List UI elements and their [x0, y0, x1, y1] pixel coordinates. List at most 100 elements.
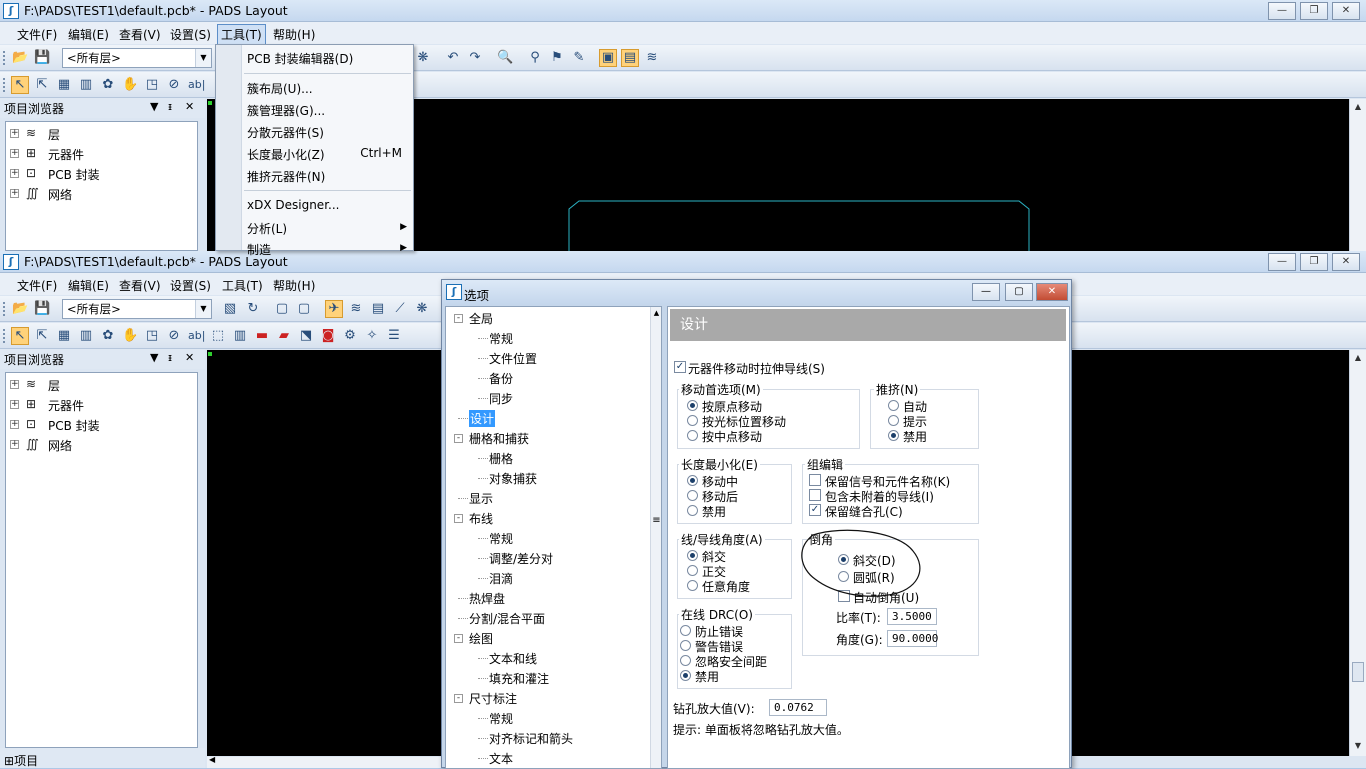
keep-stitch-vias-checkbox[interactable]: ✓ — [809, 504, 821, 516]
save-icon[interactable]: 💾 — [33, 300, 51, 318]
toolbar-grip[interactable] — [3, 329, 6, 343]
router-mode-icon[interactable]: ✈ — [325, 300, 343, 318]
pin-icon[interactable]: ❋ — [413, 300, 431, 318]
menu-setup[interactable]: 设置(S) — [167, 25, 214, 44]
menu-item-fabrication[interactable]: 制造 — [247, 241, 271, 258]
open-icon[interactable]: 📂 — [11, 300, 29, 318]
tree-item-components[interactable]: + ⊞ 元器件 — [6, 395, 197, 415]
nav-item[interactable]: 布线 — [469, 510, 493, 527]
layers-icon[interactable]: ▥ — [77, 76, 95, 94]
menu-file[interactable]: 文件(F) — [14, 25, 60, 44]
menu-view[interactable]: 查看(V) — [116, 276, 164, 295]
nav-item[interactable]: 显示 — [469, 490, 493, 507]
brush-icon[interactable]: ✎ — [570, 49, 588, 67]
menu-item-push[interactable]: 推挤元器件(N) — [247, 168, 325, 185]
move-icon[interactable]: ⇱ — [33, 76, 51, 94]
menu-item-analysis[interactable]: 分析(L) — [247, 220, 287, 237]
push-auto-radio[interactable] — [888, 400, 899, 411]
collapse-icon[interactable]: - — [454, 694, 463, 703]
chevron-down-icon[interactable]: ▼ — [195, 300, 211, 318]
nav-item[interactable]: 文本 — [489, 750, 513, 767]
scroll-up-icon[interactable]: ▲ — [1350, 350, 1366, 366]
layer-combo[interactable]: <所有层> ▼ — [62, 299, 212, 319]
angle-diagonal-radio[interactable] — [687, 550, 698, 561]
nav-item[interactable]: 绘图 — [469, 630, 493, 647]
cursor-icon[interactable]: ⬔ — [297, 327, 315, 345]
nav-item[interactable]: 调整/差分对 — [489, 550, 553, 567]
toolbar-grip[interactable] — [3, 51, 6, 65]
text-icon[interactable]: ab| — [187, 76, 205, 94]
nav-item[interactable]: 填充和灌注 — [489, 670, 549, 687]
menu-view[interactable]: 查看(V) — [116, 25, 164, 44]
pin-icon[interactable]: ᵻ — [168, 351, 172, 364]
expand-icon[interactable]: + — [10, 169, 19, 178]
menu-setup[interactable]: 设置(S) — [167, 276, 214, 295]
hand-icon[interactable]: ✋ — [121, 76, 139, 94]
router-icon[interactable]: ⚑ — [548, 49, 566, 67]
board-icon[interactable]: ▤ — [369, 300, 387, 318]
toolbar-grip[interactable] — [3, 302, 6, 316]
via-icon[interactable]: ◙ — [319, 327, 337, 345]
move-by-origin-radio[interactable] — [687, 400, 698, 411]
menu-item-cluster-manager[interactable]: 簇管理器(G)... — [247, 102, 325, 119]
graphic-icon[interactable]: ⬚ — [209, 327, 227, 345]
redo-icon[interactable]: ↷ — [466, 49, 484, 67]
nav-item[interactable]: 备份 — [489, 370, 513, 387]
move-by-midpoint-radio[interactable] — [687, 430, 698, 441]
tree-item-decals[interactable]: + ⊡ PCB 封装 — [6, 164, 197, 184]
include-traces-checkbox[interactable] — [809, 489, 821, 501]
layout-icon[interactable]: ▢ — [273, 300, 291, 318]
copper-icon[interactable]: ▰ — [275, 327, 293, 345]
menu-item-decal-editor[interactable]: PCB 封装编辑器(D) — [247, 50, 353, 67]
layer-icon[interactable]: ▦ — [55, 76, 73, 94]
list-icon[interactable]: ☰ — [385, 327, 403, 345]
save-icon[interactable]: 💾 — [33, 49, 51, 67]
select-icon[interactable]: ↖ — [11, 327, 29, 345]
nav-item[interactable]: 分割/混合平面 — [469, 610, 545, 627]
angle-orthogonal-radio[interactable] — [687, 565, 698, 576]
keep-signal-names-checkbox[interactable] — [809, 474, 821, 486]
tree-item-layers[interactable]: + ≋ 层 — [6, 124, 197, 144]
connect-icon[interactable]: ⟋ — [391, 300, 409, 318]
menu-item-cluster-place[interactable]: 簇布局(U)... — [247, 80, 313, 97]
tree-item-components[interactable]: + ⊞ 元器件 — [6, 144, 197, 164]
pin-icon[interactable]: ᵻ — [168, 100, 172, 113]
nav-item[interactable]: 常规 — [489, 710, 513, 727]
close-button[interactable]: ✕ — [1332, 253, 1360, 271]
minimize-button[interactable]: — — [972, 283, 1000, 301]
horizontal-scrollbar[interactable]: ◀ — [207, 755, 441, 768]
hand-icon[interactable]: ✋ — [121, 327, 139, 345]
menu-item-xdx[interactable]: xDX Designer... — [247, 198, 339, 212]
select-icon[interactable]: ↖ — [11, 76, 29, 94]
collapse-icon[interactable]: - — [454, 634, 463, 643]
hyperlink-icon[interactable]: ⚲ — [526, 49, 544, 67]
drc-ignore-clearance-radio[interactable] — [680, 655, 691, 666]
scroll-thumb[interactable]: ≡ — [651, 515, 661, 526]
pin-icon[interactable]: ❋ — [414, 49, 432, 67]
close-icon[interactable]: ✕ — [185, 100, 194, 113]
layout-mode-icon[interactable]: ▣ — [599, 49, 617, 67]
restore-button[interactable]: ❐ — [1300, 2, 1328, 20]
panel-icon[interactable]: ▢ — [295, 300, 313, 318]
vertical-scrollbar[interactable]: ▲ ▼ — [1349, 350, 1366, 756]
restore-button[interactable]: ❐ — [1300, 253, 1328, 271]
layers-icon[interactable]: ▥ — [77, 327, 95, 345]
open-icon[interactable]: 📂 — [11, 49, 29, 67]
expand-icon[interactable]: + — [10, 380, 19, 389]
shape-icon[interactable]: ◳ — [143, 76, 161, 94]
nav-item[interactable]: 常规 — [489, 530, 513, 547]
nav-item[interactable]: 全局 — [469, 310, 493, 327]
collapse-icon[interactable]: - — [454, 434, 463, 443]
dropdown-icon[interactable]: ▼ — [150, 351, 158, 364]
angle-any-radio[interactable] — [687, 580, 698, 591]
component-icon[interactable]: ✿ — [99, 76, 117, 94]
no-icon[interactable]: ⊘ — [165, 76, 183, 94]
component-icon[interactable]: ✿ — [99, 327, 117, 345]
move-by-cursor-radio[interactable] — [687, 415, 698, 426]
expand-icon[interactable]: + — [10, 129, 19, 138]
push-prompt-radio[interactable] — [888, 415, 899, 426]
nav-item[interactable]: 泪滴 — [489, 570, 513, 587]
minimize-button[interactable]: — — [1268, 253, 1296, 271]
expand-icon[interactable]: + — [10, 440, 19, 449]
refresh-icon[interactable]: ↻ — [244, 300, 262, 318]
